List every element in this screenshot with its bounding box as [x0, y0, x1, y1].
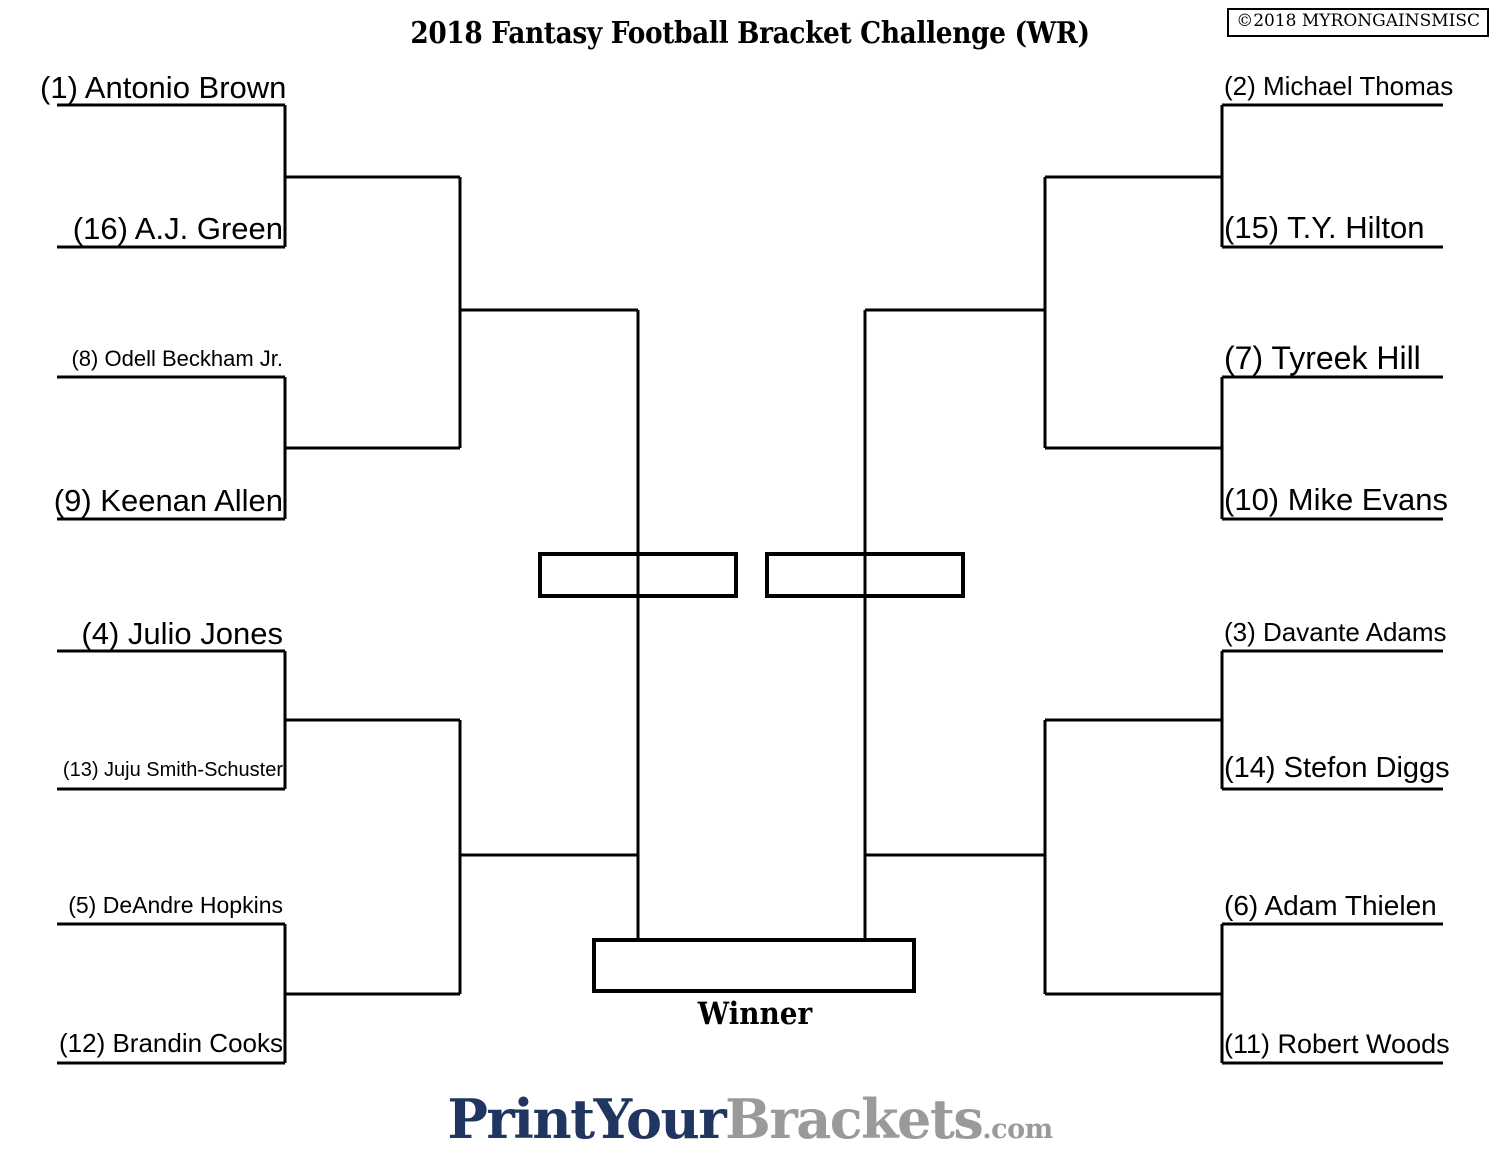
bracket-line-network	[57, 103, 1443, 1065]
seed-label-left-4: (9) Keenan Allen	[53, 483, 283, 518]
winner-slot	[592, 938, 916, 993]
seed-label-left-6: (13) Juju Smith-Schuster	[62, 759, 283, 781]
seed-label-left-1: (1) Antonio Brown	[40, 70, 287, 105]
seed-label-left-3: (8) Odell Beckham Jr.	[71, 346, 283, 371]
logo-secondary-text: Brackets	[725, 1087, 984, 1151]
seed-label-right-1: (2) Michael Thomas	[1224, 71, 1454, 101]
seed-label-left-5: (4) Julio Jones	[81, 616, 283, 651]
winner-caption: Winner	[697, 996, 813, 1032]
seed-label-right-8: (11) Robert Woods	[1224, 1029, 1450, 1059]
seed-label-right-4: (10) Mike Evans	[1224, 482, 1448, 517]
seed-label-right-6: (14) Stefon Diggs	[1224, 752, 1450, 784]
seed-label-right-7: (6) Adam Thielen	[1224, 890, 1437, 921]
logo-tld-text: .com	[982, 1114, 1053, 1145]
logo-primary-text: PrintYour	[447, 1087, 726, 1151]
seed-label-right-2: (15) T.Y. Hilton	[1224, 210, 1425, 245]
printyourbrackets-logo: PrintYourBrackets.com	[0, 1092, 1500, 1146]
seed-label-left-2: (16) A.J. Green	[72, 211, 283, 246]
seed-label-right-5: (3) Davante Adams	[1224, 617, 1447, 647]
seed-label-right-3: (7) Tyreek Hill	[1224, 340, 1421, 376]
seed-label-left-7: (5) DeAndre Hopkins	[68, 892, 283, 918]
seed-label-left-8: (12) Brandin Cooks	[59, 1028, 283, 1058]
bracket-stage: 2018 Fantasy Football Bracket Challenge …	[0, 0, 1500, 1159]
